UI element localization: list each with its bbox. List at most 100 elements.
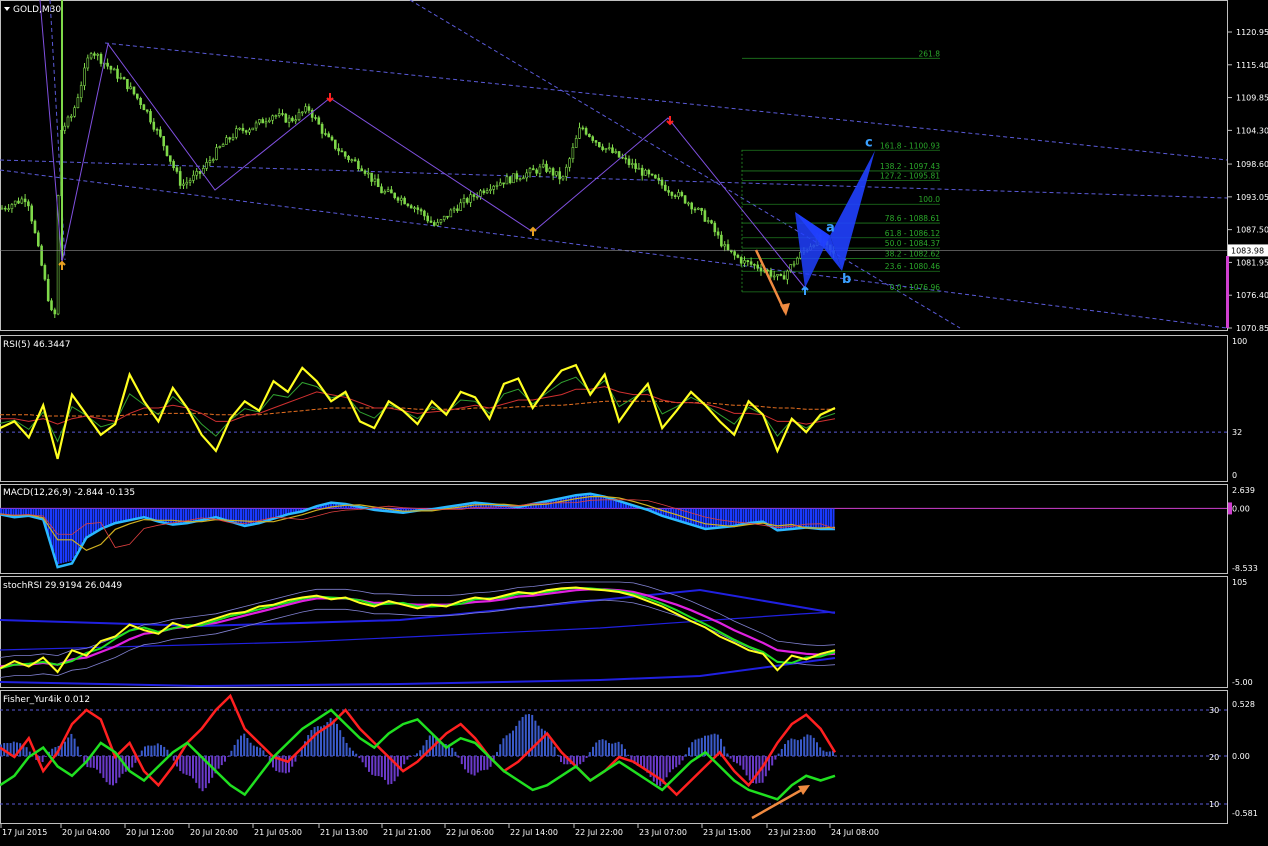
candle-body [489, 189, 492, 191]
candle-body [390, 189, 393, 194]
candle-body [432, 222, 436, 226]
candle-body [155, 129, 159, 131]
macd-line [0, 492, 835, 569]
candle-body [716, 231, 720, 236]
candle-body [182, 183, 185, 186]
chevron-down-icon[interactable] [4, 7, 10, 11]
candle-body [644, 169, 647, 176]
candle-body [142, 104, 146, 111]
candle-body [198, 171, 202, 174]
candle-body [43, 265, 47, 280]
candle-body [459, 202, 463, 211]
candle-body [446, 215, 449, 218]
candle-body [710, 220, 713, 224]
current-price-label: 1083.98 [1231, 246, 1264, 255]
price-axis: 1120.95 1115.40 1109.85 1104.30 1098.60 1093.… [1226, 28, 1268, 333]
candle-body [300, 111, 304, 114]
candle-body [439, 219, 443, 223]
candle-body [548, 168, 552, 172]
candle-body [66, 116, 70, 127]
candle-body [756, 264, 760, 269]
candle-body [630, 163, 634, 165]
fib-level-label: 127.2 - 1095.81 [880, 172, 940, 181]
fisher-red-line [0, 693, 837, 797]
candle-body [244, 130, 248, 133]
candle-body [739, 257, 743, 264]
fisher-tick-label: -0.581 [1232, 809, 1258, 818]
candle-body [132, 86, 136, 95]
fisher-level-label: 30 [1209, 706, 1219, 715]
stochrsi-pane[interactable] [0, 581, 836, 687]
price-tick-label: 1081.95 [1236, 258, 1268, 267]
macd-signal [0, 496, 836, 551]
candle-body [449, 209, 453, 218]
candle-body [442, 215, 446, 220]
candle-body [456, 208, 459, 211]
rsi-tick-label: 32 [1232, 428, 1242, 437]
candle-body [13, 200, 17, 205]
macd-title: MACD(12,26,9) -2.844 -0.135 [3, 488, 135, 498]
candle-body [594, 140, 598, 143]
candle-body [380, 186, 383, 194]
candle-body [350, 159, 354, 161]
candle-body [650, 173, 654, 176]
stoch-band-lower [0, 657, 836, 687]
candle-body [601, 146, 604, 150]
candle-body [376, 178, 380, 188]
candle-body [505, 176, 509, 185]
candle-body [211, 159, 215, 161]
candle-body [0, 207, 4, 210]
candle-body [545, 163, 548, 172]
candle-body [611, 147, 614, 154]
candle-body [786, 270, 789, 280]
candle-body [597, 142, 601, 148]
candle-body [687, 202, 690, 205]
pane-titles: GOLD,M30 RSI(5) 46.3447 MACD(12,26,9) -2… [3, 5, 135, 705]
candle-body [772, 275, 776, 278]
fib-level-label: 38.2 - 1082.62 [885, 249, 940, 258]
candle-body [746, 260, 750, 263]
candle-body [261, 119, 265, 124]
candle-body [89, 53, 93, 59]
time-label: 22 Jul 22:00 [575, 828, 623, 837]
candle-body [753, 264, 756, 266]
wave-label-b: b [842, 272, 851, 287]
stoch-tick-label: 105 [1232, 578, 1247, 587]
candle-body [541, 163, 545, 168]
candle-body [363, 170, 367, 174]
price-pane[interactable]: 261.8 161.8 - 1100.93 138.2 - 1097.43127.2… [0, 0, 1227, 329]
candle-body [145, 109, 149, 112]
candle-body [512, 173, 515, 184]
candle-body [284, 113, 288, 123]
candle-body [736, 254, 740, 258]
candle-body [399, 197, 403, 201]
candle-body [393, 192, 397, 199]
candle-body [733, 251, 736, 256]
fisher-pane[interactable] [0, 693, 1227, 820]
arrow-up-icon [529, 226, 537, 236]
pane-borders [0, 0, 1228, 824]
candle-body [99, 53, 103, 64]
candle-body [149, 111, 152, 123]
candle-body [79, 85, 83, 98]
candle-body [680, 192, 684, 196]
arrow-down-icon [666, 116, 674, 126]
stochrsi-title: stochRSI 29.9194 26.0449 [3, 581, 122, 591]
rsi-pane[interactable] [0, 363, 1227, 460]
time-label: 23 Jul 15:00 [703, 828, 751, 837]
trading-chart[interactable]: 261.8 161.8 - 1100.93 138.2 - 1097.43127.2… [0, 0, 1268, 846]
time-label: 22 Jul 14:00 [510, 828, 558, 837]
candle-body [624, 157, 628, 160]
candle-body [86, 57, 90, 69]
macd-pane[interactable] [0, 492, 1227, 569]
stoch-tick-label: -5.00 [1232, 678, 1253, 687]
candle-body [106, 62, 109, 67]
candle-body [360, 168, 364, 172]
candle-body [637, 167, 641, 170]
price-candles [0, 0, 835, 318]
fib-level-label: 50.0 - 1084.37 [885, 239, 940, 248]
candle-body [221, 144, 225, 147]
candle-body [423, 210, 426, 217]
candle-body [126, 78, 129, 90]
candle-body [23, 198, 27, 203]
